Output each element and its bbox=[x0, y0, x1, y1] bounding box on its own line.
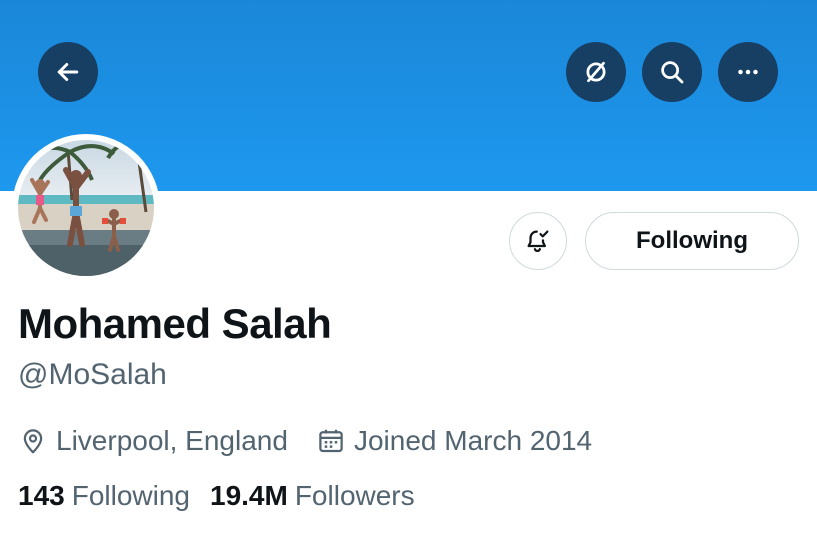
location-pin-icon bbox=[23, 429, 43, 454]
profile-avatar[interactable] bbox=[12, 134, 160, 282]
avatar-photo bbox=[18, 140, 154, 276]
more-horizontal-icon bbox=[738, 69, 758, 75]
location-item: Liverpool, England bbox=[18, 425, 288, 457]
profile-meta: Liverpool, England Joined March 2014 bbox=[18, 422, 592, 460]
calendar-icon bbox=[319, 429, 343, 453]
profile-name: Mohamed Salah bbox=[18, 300, 332, 347]
followers-stat-link[interactable]: 19.4M Followers bbox=[210, 480, 415, 512]
following-stat-link[interactable]: 143 Following bbox=[18, 480, 190, 512]
translate-off-icon bbox=[586, 61, 606, 83]
arrow-left-icon bbox=[57, 63, 79, 81]
followers-count: 19.4M bbox=[210, 480, 288, 511]
joined-text: Joined March 2014 bbox=[353, 425, 593, 456]
search-icon bbox=[661, 61, 684, 84]
search-button[interactable] bbox=[642, 42, 702, 102]
profile-stats: 143 Following 19.4M Followers bbox=[18, 480, 415, 512]
bell-check-icon bbox=[527, 230, 549, 253]
following-label: Following bbox=[71, 480, 190, 511]
location-text: Liverpool, England bbox=[56, 425, 288, 456]
notifications-button[interactable] bbox=[509, 212, 567, 270]
following-button[interactable]: Following bbox=[585, 212, 799, 270]
more-options-button[interactable] bbox=[718, 42, 778, 102]
translate-off-button[interactable] bbox=[566, 42, 626, 102]
back-button[interactable] bbox=[38, 42, 98, 102]
following-count: 143 bbox=[18, 480, 65, 511]
followers-label: Followers bbox=[294, 480, 415, 511]
joined-item: Joined March 2014 bbox=[316, 425, 592, 457]
profile-handle: @MoSalah bbox=[18, 358, 167, 391]
